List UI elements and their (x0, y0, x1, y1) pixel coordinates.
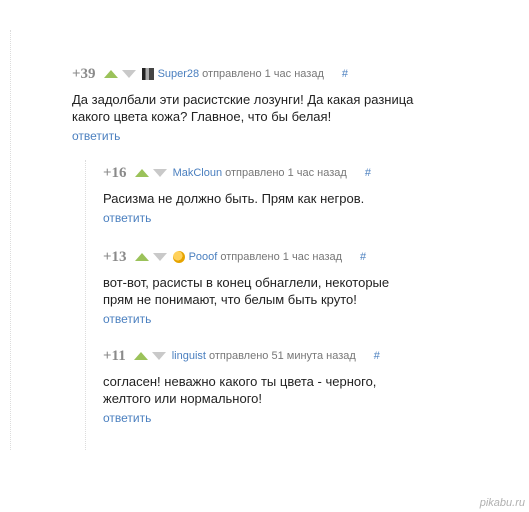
downvote-icon[interactable] (152, 169, 167, 177)
comment-header: +11 linguist отправлено 51 минута назад … (103, 348, 380, 364)
comment: +13 Pooof отправлено 1 час назад # вот-в… (103, 249, 389, 327)
comment-score: +16 (103, 164, 127, 181)
reply-link[interactable]: ответить (72, 129, 413, 143)
comment-score: +11 (103, 347, 126, 364)
upvote-icon[interactable] (103, 70, 118, 78)
comment: +16 MakCloun отправлено 1 час назад # Ра… (103, 165, 371, 226)
comment-score: +13 (103, 248, 127, 265)
comment-timestamp: отправлено 1 час назад (225, 167, 347, 179)
downvote-icon[interactable] (121, 70, 136, 78)
comment-text-line: вот-вот, расисты в конец обнаглели, неко… (103, 275, 390, 290)
comment-text: вот-вот, расисты в конец обнаглели, неко… (103, 274, 389, 308)
permalink-link[interactable]: # (342, 68, 348, 80)
comment-score: +39 (72, 65, 96, 82)
username-link[interactable]: linguist (172, 350, 206, 362)
comment-header: +16 MakCloun отправлено 1 час назад # (103, 165, 371, 181)
comment-header: +39 Super28 отправлено 1 час назад # (72, 66, 413, 82)
username-link[interactable]: MakCloun (173, 167, 223, 179)
upvote-icon[interactable] (133, 352, 148, 360)
comment-header: +13 Pooof отправлено 1 час назад # (103, 249, 389, 265)
reply-link[interactable]: ответить (103, 312, 389, 326)
comment-text: согласен! неважно какого ты цвета - черн… (103, 373, 380, 407)
permalink-link[interactable]: # (365, 167, 371, 179)
comment-timestamp: отправлено 1 час назад (220, 251, 343, 263)
upvote-icon[interactable] (134, 253, 149, 261)
downvote-icon[interactable] (151, 352, 166, 360)
downvote-icon[interactable] (152, 253, 167, 261)
comment-text-line: прям не понимают, что белым быть круто! (103, 292, 357, 307)
comment-text: Расизма не должно быть. Прям как негров. (103, 190, 371, 207)
comment: +11 linguist отправлено 51 минута назад … (103, 348, 380, 426)
user-avatar[interactable] (172, 251, 185, 263)
user-avatar[interactable] (141, 68, 154, 80)
username-link[interactable]: Pooof (189, 251, 218, 263)
comment-text-line: Расизма не должно быть. Прям как негров. (103, 191, 365, 206)
permalink-link[interactable]: # (374, 350, 380, 362)
reply-thread-line (85, 160, 87, 450)
comment-text-line: какого цвета кожа? Главное, что бы белая… (72, 109, 332, 124)
comment-text-line: желтого или нормального! (103, 391, 263, 406)
username-link[interactable]: Super28 (158, 68, 200, 80)
upvote-icon[interactable] (134, 169, 149, 177)
comment-timestamp: отправлено 51 минута назад (208, 350, 356, 362)
comment-text-line: Да задолбали эти расистские лозунги! Да … (72, 92, 414, 107)
permalink-link[interactable]: # (360, 251, 366, 263)
comment-text: Да задолбали эти расистские лозунги! Да … (72, 91, 413, 125)
comment-timestamp: отправлено 1 час назад (202, 68, 324, 80)
watermark: pikabu.ru (479, 497, 525, 509)
reply-link[interactable]: ответить (103, 411, 380, 425)
reply-link[interactable]: ответить (103, 211, 371, 225)
comment-text-line: согласен! неважно какого ты цвета - черн… (103, 374, 377, 389)
comment: +39 Super28 отправлено 1 час назад # Да … (72, 66, 413, 144)
